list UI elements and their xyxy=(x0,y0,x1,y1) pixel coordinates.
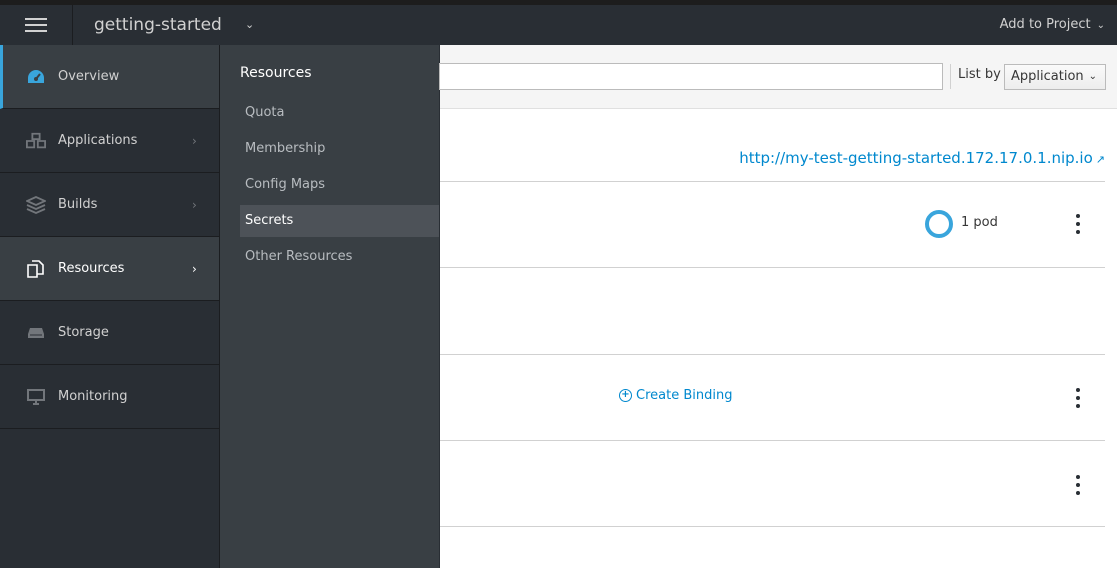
pod-count: 1 pod xyxy=(961,215,998,230)
list-by-label: List by xyxy=(958,67,1001,82)
create-binding-label: Create Binding xyxy=(636,388,733,403)
add-to-project-button[interactable]: Add to Project ⌄ xyxy=(1000,5,1105,45)
copy-icon xyxy=(26,259,46,279)
primary-nav: Overview Applications › Builds › Resourc… xyxy=(0,45,220,568)
secondary-item-config-maps[interactable]: Config Maps xyxy=(240,169,439,201)
kebab-menu-button[interactable] xyxy=(1074,214,1082,234)
cubes-icon xyxy=(26,131,46,151)
sidebar-item-applications[interactable]: Applications › xyxy=(0,109,219,173)
sidebar-item-storage[interactable]: Storage xyxy=(0,301,219,365)
toolbar-divider xyxy=(950,64,951,89)
layers-icon xyxy=(26,195,46,215)
external-link-icon: ↗ xyxy=(1095,153,1105,166)
sidebar-item-overview[interactable]: Overview xyxy=(0,45,219,109)
secondary-nav: Resources Quota Membership Config Maps S… xyxy=(220,45,440,568)
plus-circle-icon: + xyxy=(619,389,632,402)
secondary-item-other-resources[interactable]: Other Resources xyxy=(240,241,439,273)
create-binding-link[interactable]: + Create Binding xyxy=(619,388,732,403)
sidebar-item-resources[interactable]: Resources › xyxy=(0,237,219,301)
sidebar-item-monitoring[interactable]: Monitoring xyxy=(0,365,219,429)
kebab-menu-button[interactable] xyxy=(1074,388,1082,408)
project-selector[interactable]: getting-started xyxy=(94,5,222,45)
list-by-select[interactable]: Application ⌄ xyxy=(1004,64,1106,90)
chevron-down-icon[interactable]: ⌄ xyxy=(245,5,254,45)
divider xyxy=(440,354,1105,355)
hdd-icon xyxy=(26,323,46,343)
desktop-icon xyxy=(26,387,46,407)
divider xyxy=(440,181,1105,182)
filter-input[interactable] xyxy=(439,63,943,90)
sidebar-item-label: Monitoring xyxy=(58,389,128,404)
masthead: getting-started ⌄ Add to Project ⌄ xyxy=(0,5,1117,45)
dashboard-icon xyxy=(26,67,46,87)
sidebar-item-label: Applications xyxy=(58,133,138,148)
sidebar-item-label: Overview xyxy=(58,69,120,84)
nav-toggle-button[interactable] xyxy=(0,5,73,45)
chevron-right-icon: › xyxy=(192,197,197,212)
divider xyxy=(440,526,1105,527)
sidebar-item-label: Builds xyxy=(58,197,98,212)
secondary-item-secrets[interactable]: Secrets xyxy=(240,205,439,237)
secondary-item-quota[interactable]: Quota xyxy=(240,97,439,129)
overview-toolbar: List by Application ⌄ xyxy=(439,45,1117,109)
chevron-right-icon: › xyxy=(192,261,197,276)
kebab-menu-button[interactable] xyxy=(1074,475,1082,495)
secondary-item-membership[interactable]: Membership xyxy=(240,133,439,165)
hamburger-icon xyxy=(25,18,47,32)
route-url: http://my-test-getting-started.172.17.0.… xyxy=(739,149,1093,167)
divider xyxy=(440,440,1105,441)
chevron-right-icon: › xyxy=(192,133,197,148)
secondary-nav-title: Resources xyxy=(240,65,312,81)
chevron-down-icon: ⌄ xyxy=(1088,71,1097,82)
pod-donut-chart[interactable] xyxy=(925,210,953,238)
sidebar-item-label: Resources xyxy=(58,261,125,276)
sidebar-item-builds[interactable]: Builds › xyxy=(0,173,219,237)
chevron-down-icon: ⌄ xyxy=(1096,20,1105,31)
add-to-project-label: Add to Project xyxy=(999,17,1091,32)
divider xyxy=(440,267,1105,268)
sidebar-item-label: Storage xyxy=(58,325,109,340)
overview-content: http://my-test-getting-started.172.17.0.… xyxy=(440,109,1117,568)
list-by-selected-value: Application xyxy=(1011,69,1084,84)
route-link[interactable]: http://my-test-getting-started.172.17.0.… xyxy=(739,149,1105,167)
